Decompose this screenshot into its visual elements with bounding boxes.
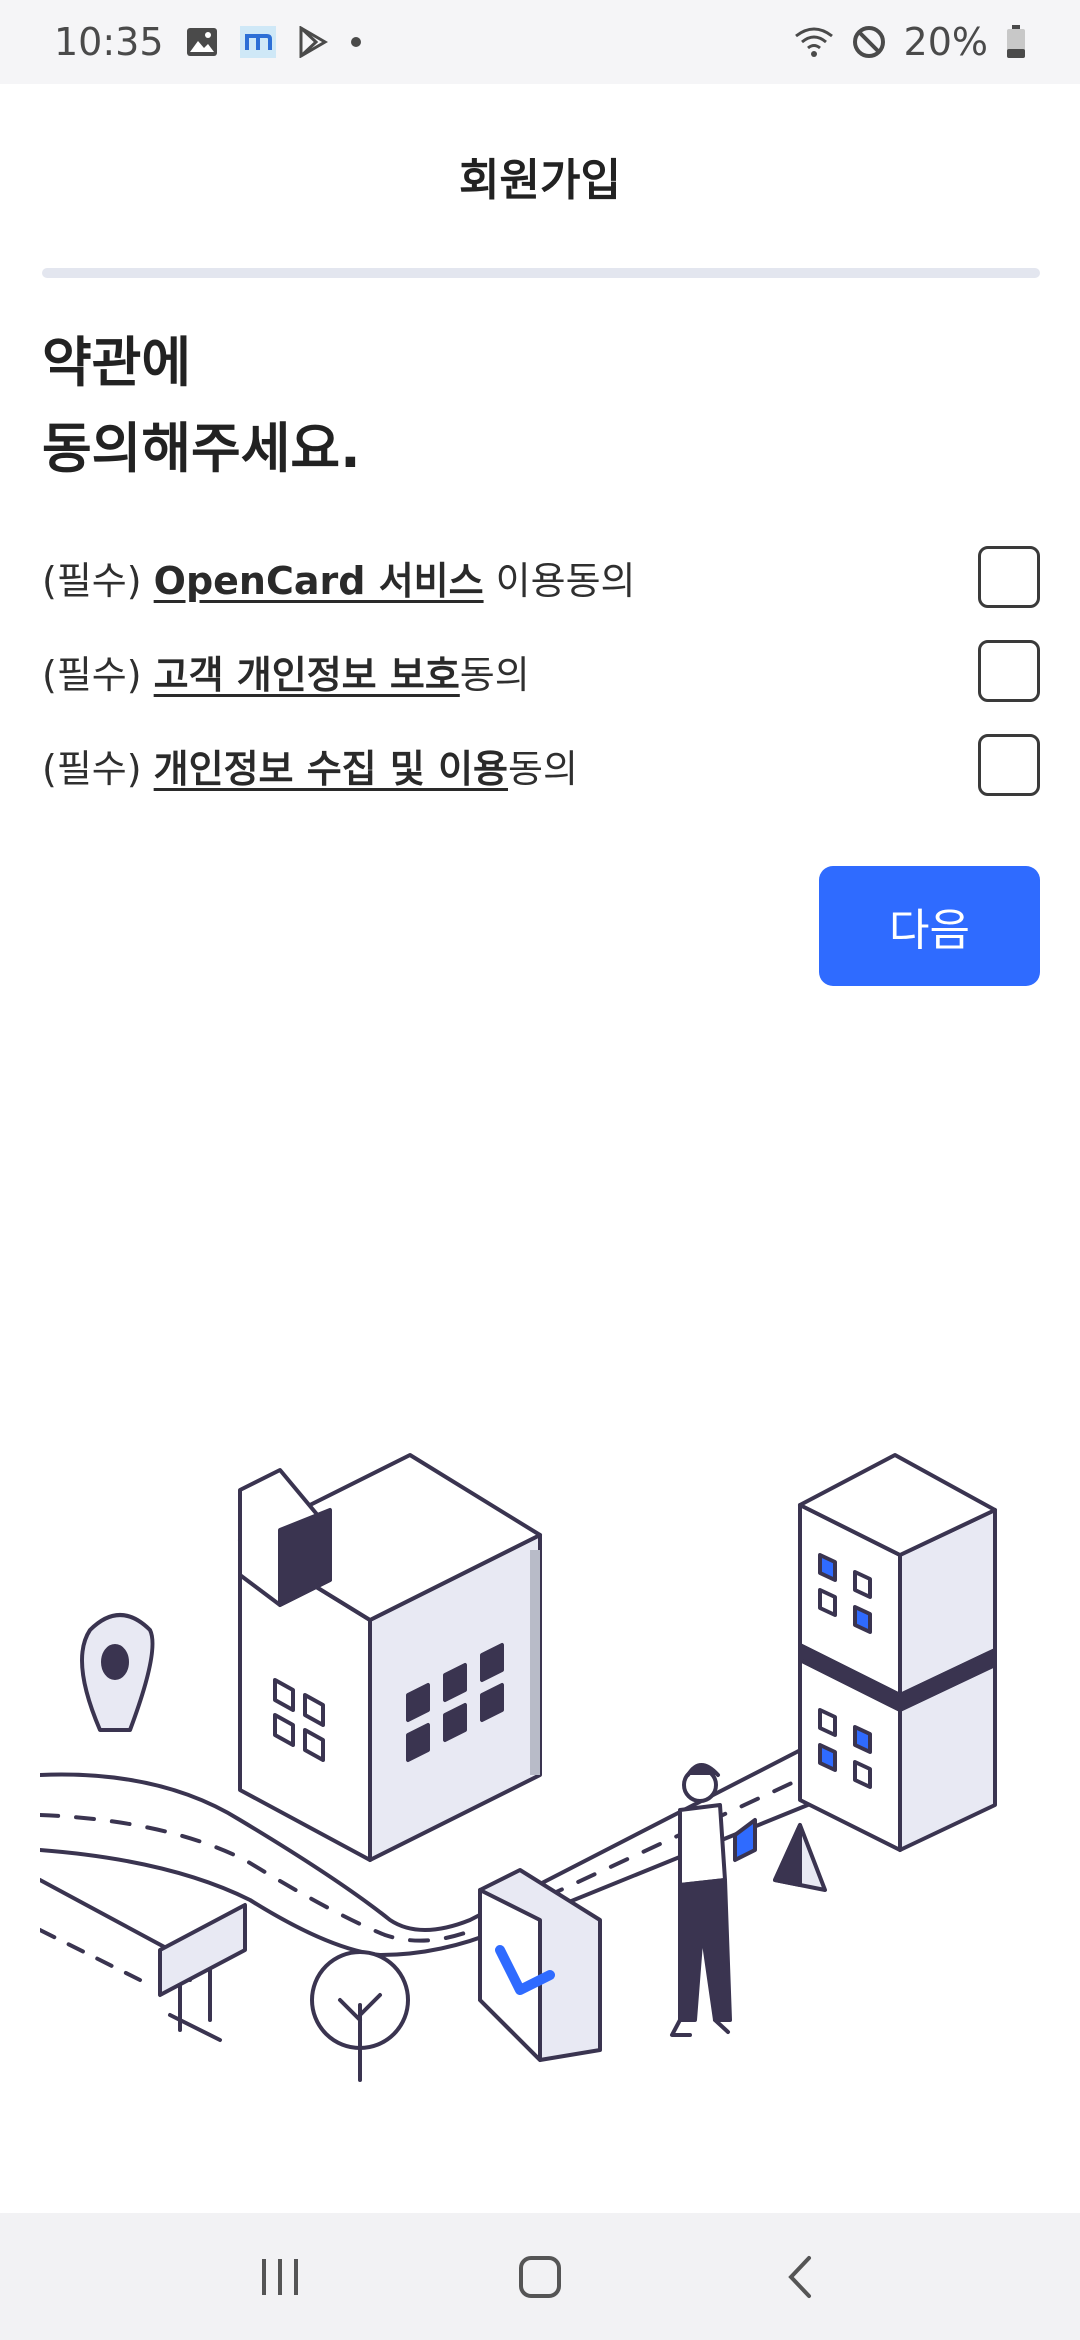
do-not-disturb-icon bbox=[852, 25, 886, 59]
battery-icon bbox=[1006, 25, 1026, 59]
status-time: 10:35 bbox=[54, 20, 164, 64]
term-text: (필수) 고객 개인정보 보호동의 bbox=[42, 644, 978, 699]
term-link-privacy-protection[interactable]: 고객 개인정보 보호 bbox=[154, 653, 460, 697]
app-m-icon bbox=[239, 26, 276, 58]
app-header: 회원가입 bbox=[0, 84, 1080, 264]
dot-icon bbox=[350, 36, 362, 48]
recent-apps-icon[interactable] bbox=[240, 2237, 320, 2317]
person-body bbox=[678, 1803, 727, 1887]
term-link-service[interactable]: OpenCard 서비스 bbox=[154, 559, 484, 603]
term-text: (필수) OpenCard 서비스 이용동의 bbox=[42, 550, 978, 605]
term-text: (필수) 개인정보 수집 및 이용동의 bbox=[42, 738, 978, 793]
term-row-privacy-protection: (필수) 고객 개인정보 보호동의 bbox=[42, 624, 1040, 718]
city-illustration bbox=[38, 1430, 1040, 2090]
progress-bar bbox=[42, 268, 1040, 278]
wifi-icon bbox=[794, 26, 834, 58]
battery-percent: 20% bbox=[903, 20, 988, 64]
term-suffix: 동의 bbox=[459, 652, 530, 697]
heading-line-1: 약관에 bbox=[42, 331, 192, 394]
illustration-svg bbox=[38, 1453, 997, 2082]
road-lower-dash bbox=[38, 1928, 142, 1982]
term-link-data-collection[interactable]: 개인정보 수집 및 이용 bbox=[154, 747, 508, 791]
page-title: 회원가입 bbox=[459, 155, 621, 206]
status-bar: 10:35 20% bbox=[0, 0, 1080, 84]
term-suffix: 동의 bbox=[508, 746, 578, 791]
term-prefix: (필수) bbox=[42, 746, 154, 791]
play-store-icon bbox=[298, 26, 328, 58]
home-icon[interactable] bbox=[500, 2237, 580, 2317]
gallery-icon bbox=[186, 27, 218, 57]
checkbox-privacy-protection-agree[interactable] bbox=[978, 640, 1040, 702]
checkbox-service-agree[interactable] bbox=[978, 546, 1040, 608]
terms-list: (필수) OpenCard 서비스 이용동의 (필수) 고객 개인정보 보호동의… bbox=[42, 530, 1040, 812]
heading-line-2: 동의해주세요. bbox=[42, 417, 361, 480]
system-nav-bar bbox=[0, 2213, 1080, 2340]
agreement-heading: 약관에 동의해주세요. bbox=[42, 320, 361, 492]
signboard bbox=[158, 1903, 247, 1997]
term-row-data-collection: (필수) 개인정보 수집 및 이용동의 bbox=[42, 718, 1040, 812]
term-row-service: (필수) OpenCard 서비스 이용동의 bbox=[42, 530, 1040, 624]
next-button[interactable]: 다음 bbox=[819, 866, 1040, 986]
term-suffix: 이용동의 bbox=[483, 558, 636, 603]
term-prefix: (필수) bbox=[42, 652, 154, 697]
term-prefix: (필수) bbox=[42, 558, 154, 603]
back-icon[interactable] bbox=[760, 2237, 840, 2317]
checkbox-data-collection-agree[interactable] bbox=[978, 734, 1040, 796]
